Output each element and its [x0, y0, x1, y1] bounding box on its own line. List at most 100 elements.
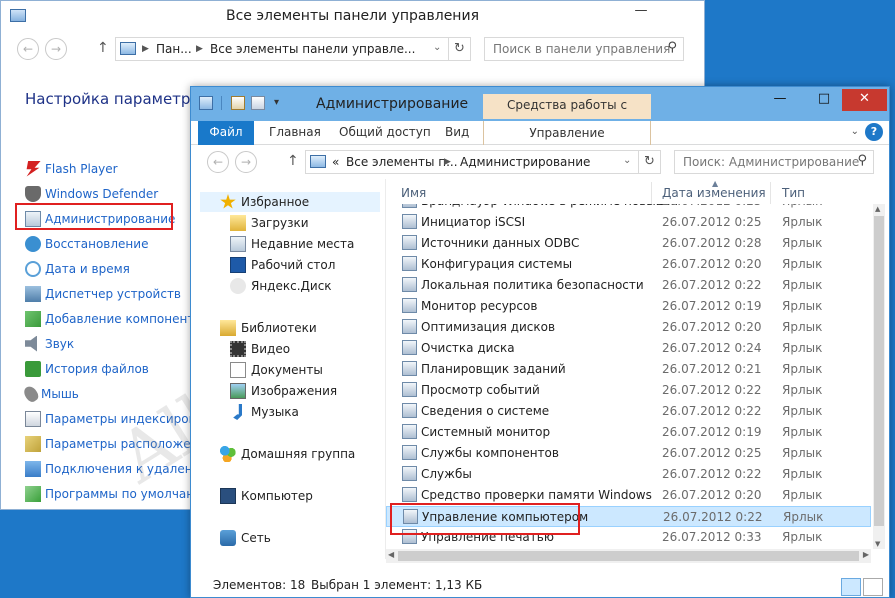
- tab-home[interactable]: Главная: [269, 125, 321, 139]
- shortcut-icon: [402, 340, 417, 355]
- table-row[interactable]: Системный монитор 26.07.2012 0:19 Ярлык: [386, 422, 871, 443]
- file-date: 26.07.2012 0:22: [662, 278, 762, 292]
- table-row[interactable]: Сведения о системе 26.07.2012 0:22 Ярлык: [386, 401, 871, 422]
- cp-item-recovery[interactable]: Восстановление: [25, 231, 214, 256]
- table-row[interactable]: Очистка диска 26.07.2012 0:24 Ярлык: [386, 338, 871, 359]
- back-button[interactable]: ←: [17, 38, 39, 60]
- file-type: Ярлык: [782, 341, 823, 355]
- chevron-down-icon[interactable]: ⌄: [623, 155, 631, 166]
- details-view-icon[interactable]: [841, 578, 861, 596]
- tab-manage[interactable]: Управление: [483, 121, 651, 145]
- control-panel-folder-icon: [120, 42, 136, 55]
- nav-favorites[interactable]: Избранное: [220, 194, 309, 210]
- properties-icon[interactable]: [231, 96, 245, 110]
- file-type: Ярлык: [782, 257, 823, 271]
- nav-pictures[interactable]: Изображения: [230, 383, 337, 399]
- column-type[interactable]: Тип: [782, 186, 805, 200]
- cp-item-sound[interactable]: Звук: [25, 331, 214, 356]
- downloads-icon: [230, 215, 246, 231]
- cp-item-remote-connections[interactable]: Подключения к удаленны: [25, 456, 214, 481]
- up-arrow-icon[interactable]: ↑: [97, 40, 109, 56]
- nav-music[interactable]: Музыка: [230, 404, 299, 420]
- large-icons-view-icon[interactable]: [863, 578, 883, 596]
- breadcrumb-overflow[interactable]: «: [332, 155, 339, 169]
- nav-computer[interactable]: Компьютер: [220, 488, 313, 504]
- column-date[interactable]: Дата изменения: [662, 186, 766, 200]
- nav-documents[interactable]: Документы: [230, 362, 323, 378]
- cp-item-default-programs[interactable]: Программы по умолчани: [25, 481, 214, 506]
- cp-item-date-time[interactable]: Дата и время: [25, 256, 214, 281]
- table-row[interactable]: Источники данных ODBC 26.07.2012 0:28 Яр…: [386, 233, 871, 254]
- table-row[interactable]: Инициатор iSCSI 26.07.2012 0:25 Ярлык: [386, 212, 871, 233]
- recovery-icon: [25, 235, 41, 252]
- nav-libraries[interactable]: Библиотеки: [220, 320, 317, 336]
- table-row[interactable]: Планировщик заданий 26.07.2012 0:21 Ярлы…: [386, 359, 871, 380]
- search-icon[interactable]: ⚲: [667, 40, 677, 55]
- forward-button[interactable]: →: [45, 38, 67, 60]
- minimize-button[interactable]: —: [765, 89, 795, 111]
- cp-item-mouse[interactable]: Мышь: [21, 381, 214, 406]
- highlight-frame: [390, 503, 580, 535]
- refresh-icon[interactable]: ↻: [448, 38, 470, 60]
- nav-homegroup[interactable]: Домашняя группа: [220, 446, 355, 462]
- tab-share[interactable]: Общий доступ: [339, 125, 431, 139]
- file-date: 26.07.2012 0:25: [662, 215, 762, 229]
- refresh-icon[interactable]: ↻: [638, 151, 660, 173]
- table-row[interactable]: Конфигурация системы 26.07.2012 0:20 Ярл…: [386, 254, 871, 275]
- flash-icon: [26, 160, 41, 177]
- scrollbar-thumb[interactable]: [398, 551, 859, 561]
- minimize-button[interactable]: —: [626, 1, 656, 23]
- chevron-down-icon[interactable]: ⌄: [851, 126, 859, 137]
- table-row[interactable]: Службы компонентов 26.07.2012 0:25 Ярлык: [386, 443, 871, 464]
- horizontal-scrollbar[interactable]: ◀ ▶: [386, 549, 871, 563]
- scroll-up-icon[interactable]: ▲: [875, 205, 880, 213]
- cp-item-indexing-options[interactable]: Параметры индексирован: [25, 406, 214, 431]
- column-separator[interactable]: [651, 182, 652, 204]
- scroll-down-icon[interactable]: ▼: [875, 540, 880, 548]
- table-row[interactable]: Брандмауэр Windows в режиме повыш... 26.…: [386, 204, 871, 212]
- forward-button[interactable]: →: [235, 151, 257, 173]
- help-icon[interactable]: ?: [865, 123, 883, 141]
- scrollbar-thumb[interactable]: [874, 216, 884, 526]
- control-panel-search-input[interactable]: Поиск в панели управления ⚲: [484, 37, 684, 61]
- tab-view[interactable]: Вид: [445, 125, 469, 139]
- cp-item-device-manager[interactable]: Диспетчер устройств: [25, 281, 214, 306]
- cp-item-file-history[interactable]: История файлов: [25, 356, 214, 381]
- address-bar[interactable]: ▶ Пан... ▶ Все элементы панели управле..…: [115, 37, 471, 61]
- nav-recent-places[interactable]: Недавние места: [230, 236, 354, 252]
- new-folder-icon[interactable]: [251, 96, 265, 110]
- table-row[interactable]: Локальная политика безопасности 26.07.20…: [386, 275, 871, 296]
- breadcrumb-item[interactable]: Пан...: [156, 42, 192, 56]
- vertical-scrollbar[interactable]: ▲ ▼: [873, 204, 885, 549]
- column-name[interactable]: Имя: [401, 186, 426, 200]
- chevron-down-icon[interactable]: ⌄: [433, 42, 441, 53]
- tab-file[interactable]: Файл: [198, 121, 254, 145]
- table-row[interactable]: Монитор ресурсов 26.07.2012 0:19 Ярлык: [386, 296, 871, 317]
- nav-downloads[interactable]: Загрузки: [230, 215, 309, 231]
- cp-item-location-settings[interactable]: Параметры расположения: [25, 431, 214, 456]
- cp-item-add-features[interactable]: Добавление компонентов: [25, 306, 214, 331]
- back-button[interactable]: ←: [207, 151, 229, 173]
- up-arrow-icon[interactable]: ↑: [287, 153, 299, 169]
- breadcrumb-item[interactable]: Администрирование: [460, 155, 590, 169]
- chevron-down-icon[interactable]: ▾: [274, 97, 288, 111]
- search-icon[interactable]: ⚲: [857, 153, 867, 168]
- nav-network[interactable]: Сеть: [220, 530, 271, 546]
- close-button[interactable]: ✕: [842, 89, 887, 111]
- address-bar[interactable]: « Все элементы п... ▶ Администрирование …: [305, 150, 661, 174]
- explorer-search-input[interactable]: Поиск: Администрирование ⚲: [674, 150, 874, 174]
- cp-item-flash-player[interactable]: Flash Player: [25, 156, 214, 181]
- table-row[interactable]: Службы 26.07.2012 0:22 Ярлык: [386, 464, 871, 485]
- nav-yandex-disk[interactable]: Яндекс.Диск: [230, 278, 332, 294]
- maximize-button[interactable]: □: [809, 89, 839, 111]
- nav-desktop[interactable]: Рабочий стол: [230, 257, 335, 273]
- table-row[interactable]: Просмотр событий 26.07.2012 0:22 Ярлык: [386, 380, 871, 401]
- table-row[interactable]: Оптимизация дисков 26.07.2012 0:20 Ярлык: [386, 317, 871, 338]
- scroll-left-icon[interactable]: ◀: [388, 550, 394, 559]
- location-icon: [25, 435, 41, 452]
- column-separator[interactable]: [770, 182, 771, 204]
- breadcrumb-item[interactable]: Все элементы панели управле...: [210, 42, 415, 56]
- breadcrumb-item[interactable]: Все элементы п...: [346, 155, 458, 169]
- nav-videos[interactable]: Видео: [230, 341, 290, 357]
- scroll-right-icon[interactable]: ▶: [863, 550, 869, 559]
